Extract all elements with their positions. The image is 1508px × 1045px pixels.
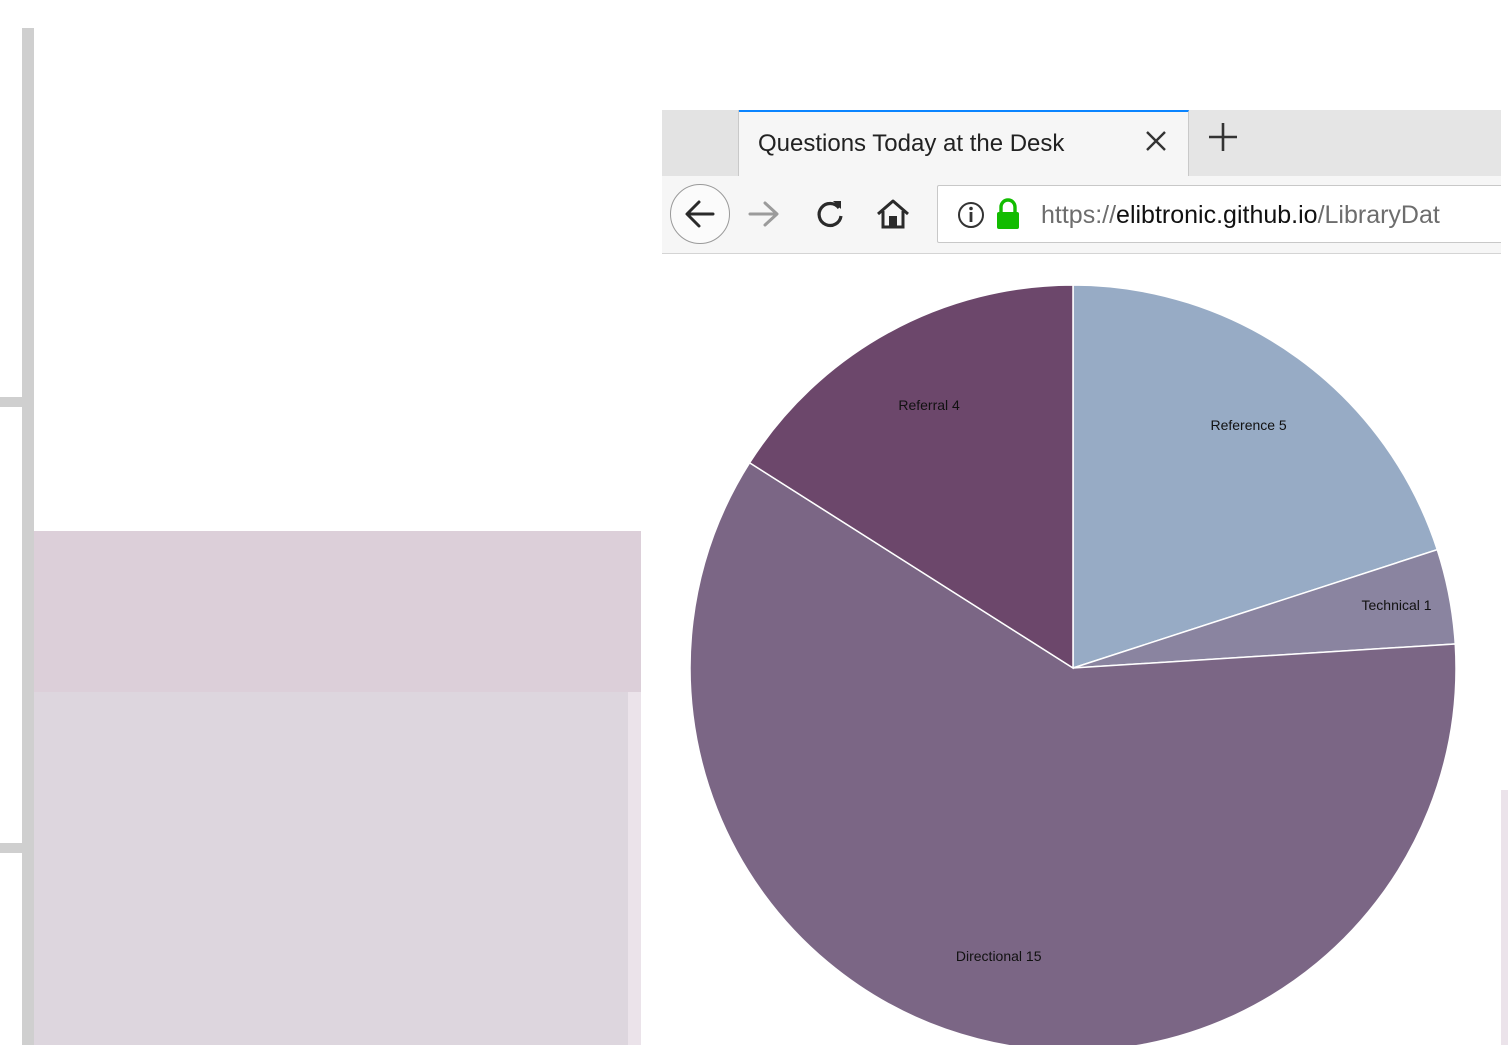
info-icon[interactable] xyxy=(956,200,986,235)
reload-icon xyxy=(817,201,843,228)
background-tick xyxy=(0,843,22,853)
navigation-toolbar: https://elibtronic.github.io/LibraryDat xyxy=(662,176,1501,254)
background-panel-edge xyxy=(628,692,641,1045)
browser-window: Questions Today at the Desk https://elib… xyxy=(662,110,1501,1045)
background-panel-header xyxy=(34,531,641,692)
url-text: https://elibtronic.github.io/LibraryDat xyxy=(1041,201,1440,230)
page-content: Reference 5 Technical 1 Directional 15 Refe… xyxy=(662,254,1501,1045)
reload-button[interactable] xyxy=(812,196,848,237)
pie-label-reference: Reference 5 xyxy=(1210,417,1286,433)
tab-strip-spacer xyxy=(662,110,739,176)
tab-title: Questions Today at the Desk xyxy=(758,130,1065,157)
pie-label-referral: Referral 4 xyxy=(898,397,960,413)
home-button[interactable] xyxy=(874,196,912,237)
url-scheme: https:// xyxy=(1041,201,1117,229)
background-divider-line xyxy=(22,28,34,1045)
arrow-right-icon xyxy=(748,201,779,227)
arrow-left-icon xyxy=(685,200,715,228)
pie-label-technical: Technical 1 xyxy=(1362,597,1432,613)
background-panel-body xyxy=(34,692,628,1045)
pie-chart: Reference 5 Technical 1 Directional 15 Refe… xyxy=(689,284,1457,1045)
pie-label-directional: Directional 15 xyxy=(956,948,1042,964)
home-icon xyxy=(877,199,909,229)
close-icon[interactable] xyxy=(1143,128,1169,161)
url-bar[interactable]: https://elibtronic.github.io/LibraryDat xyxy=(937,185,1501,243)
lock-icon[interactable] xyxy=(993,197,1023,236)
tab-strip: Questions Today at the Desk xyxy=(662,110,1501,176)
background-tick xyxy=(0,397,22,407)
url-host: elibtronic.github.io xyxy=(1116,201,1318,229)
forward-button[interactable] xyxy=(744,196,784,237)
tab-questions-today[interactable]: Questions Today at the Desk xyxy=(739,110,1189,176)
url-path: /LibraryDat xyxy=(1317,201,1440,229)
background-panel-edge-right xyxy=(1500,790,1508,1045)
back-button[interactable] xyxy=(670,184,730,244)
plus-icon[interactable] xyxy=(1206,120,1240,161)
